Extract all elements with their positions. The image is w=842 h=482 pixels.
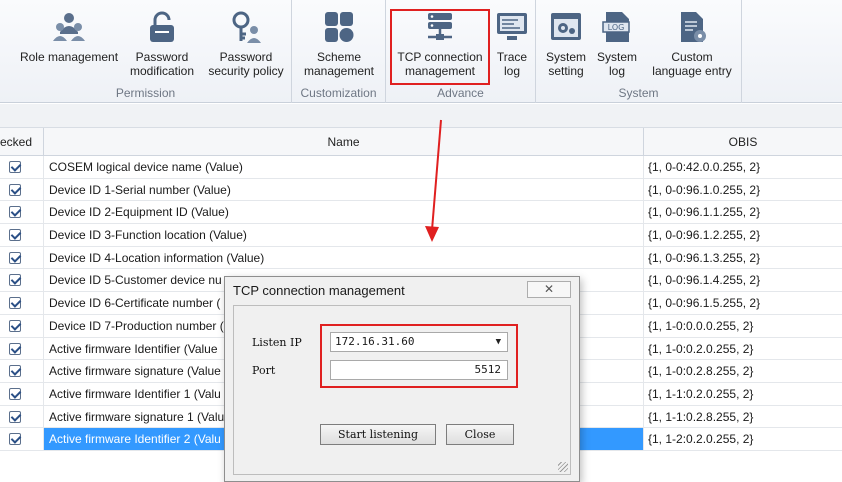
password-modification-button[interactable]: Password modification: [124, 8, 200, 84]
group-label-customization: Customization: [300, 86, 377, 100]
row-obis-cell[interactable]: {1, 1-0:0.2.8.255, 2}: [644, 360, 842, 382]
close-x-icon: ✕: [543, 282, 555, 296]
row-checkbox-cell: [0, 269, 44, 292]
ribbon-group-system: System setting LOG System log Custom lan…: [536, 0, 742, 103]
row-checkbox[interactable]: [9, 297, 21, 310]
row-checkbox-cell: [0, 428, 44, 450]
row-checkbox[interactable]: [9, 433, 21, 446]
key-user-icon: [232, 11, 261, 43]
row-obis-cell[interactable]: {1, 0-0:96.1.3.255, 2}: [644, 247, 842, 269]
row-name-cell[interactable]: COSEM logical device name (Value): [44, 156, 644, 178]
tcp-connection-dialog: TCP connection management ✕ Listen IP 17…: [224, 276, 580, 482]
document-gear-icon: [681, 12, 706, 42]
system-setting-button[interactable]: System setting: [540, 8, 592, 84]
row-name-cell[interactable]: Device ID 1-Serial number (Value): [44, 178, 644, 201]
row-checkbox[interactable]: [9, 410, 21, 423]
row-obis-cell[interactable]: {1, 0-0:42.0.0.255, 2}: [644, 156, 842, 178]
start-listening-button[interactable]: Start listening: [320, 424, 436, 445]
port-label: Port: [252, 364, 276, 377]
row-obis-cell[interactable]: {1, 0-0:96.1.0.255, 2}: [644, 179, 842, 201]
row-checkbox-cell: [0, 224, 44, 246]
ribbon-group-permission: Role management Password modification Pa…: [0, 0, 292, 103]
users-icon: [53, 13, 85, 41]
row-obis-cell[interactable]: {1, 1-1:0.2.8.255, 2}: [644, 406, 842, 428]
row-checkbox[interactable]: [9, 251, 21, 264]
dialog-title: TCP connection management: [233, 283, 405, 298]
scheme-management-label: Scheme management: [303, 50, 375, 78]
monitor-log-icon: [497, 13, 527, 40]
ribbon-toolbar: Role management Password modification Pa…: [0, 0, 842, 103]
row-checkbox[interactable]: [9, 274, 21, 287]
padlock-icon: [150, 11, 174, 42]
system-log-button[interactable]: LOG System log: [594, 8, 640, 84]
column-header-checked[interactable]: ecked: [0, 128, 44, 156]
group-label-advance: Advance: [437, 86, 484, 100]
password-security-policy-label: Password security policy: [208, 50, 284, 78]
row-checkbox-cell: [0, 360, 44, 382]
row-name-cell[interactable]: Device ID 2-Equipment ID (Value): [44, 201, 644, 224]
trace-log-button[interactable]: Trace log: [492, 8, 532, 84]
password-security-policy-button[interactable]: Password security policy: [202, 8, 290, 84]
row-checkbox-cell: [0, 314, 44, 337]
row-obis-cell[interactable]: {1, 0-0:96.1.2.255, 2}: [644, 224, 842, 246]
row-obis-cell[interactable]: {1, 0-0:96.1.5.255, 2}: [644, 292, 842, 314]
row-obis-cell[interactable]: {1, 1-0:0.0.0.255, 2}: [644, 315, 842, 337]
row-checkbox[interactable]: [9, 183, 21, 196]
tcp-button-highlight-box: [390, 9, 490, 85]
red-arrow-annotation: [425, 119, 442, 242]
dialog-close-button[interactable]: ✕: [527, 281, 571, 298]
fields-highlight-box: [320, 324, 518, 388]
row-checkbox[interactable]: [9, 319, 21, 332]
listen-ip-label: Listen IP: [252, 336, 302, 349]
group-label-permission: Permission: [115, 86, 176, 100]
row-obis-cell[interactable]: {1, 0-0:96.1.4.255, 2}: [644, 269, 842, 291]
trace-log-label: Trace log: [496, 50, 528, 78]
custom-language-entry-button[interactable]: Custom language entry: [644, 8, 740, 84]
log-file-icon: LOG: [602, 12, 630, 42]
row-obis-cell[interactable]: {1, 1-2:0.2.0.255, 2}: [644, 428, 842, 450]
role-management-button[interactable]: Role management: [14, 8, 124, 84]
row-name-cell[interactable]: Device ID 3-Function location (Value): [44, 224, 644, 246]
custom-language-entry-label: Custom language entry: [652, 50, 732, 78]
row-checkbox-cell: [0, 246, 44, 269]
group-label-system: System: [618, 86, 659, 100]
row-checkbox[interactable]: [9, 206, 21, 219]
row-name-cell[interactable]: Device ID 4-Location information (Value): [44, 246, 644, 269]
row-obis-cell[interactable]: {1, 1-1:0.2.0.255, 2}: [644, 383, 842, 405]
row-checkbox[interactable]: [9, 365, 21, 378]
row-obis-cell[interactable]: {1, 1-0:0.2.0.255, 2}: [644, 338, 842, 360]
row-obis-cell[interactable]: {1, 0-0:96.1.1.255, 2}: [644, 201, 842, 223]
row-checkbox-cell: [0, 382, 44, 405]
row-checkbox-cell: [0, 337, 44, 360]
row-checkbox[interactable]: [9, 161, 21, 173]
ribbon-group-customization: Scheme management Customization: [292, 0, 386, 103]
row-checkbox[interactable]: [9, 342, 21, 355]
scheme-grid-icon: [325, 12, 354, 42]
column-header-name[interactable]: Name: [44, 128, 644, 156]
settings-window-icon: [551, 13, 581, 40]
resize-grip[interactable]: [558, 462, 568, 472]
row-checkbox-cell: [0, 292, 44, 314]
system-log-label: System log: [596, 50, 637, 78]
close-button[interactable]: Close: [446, 424, 514, 445]
row-checkbox-cell: [0, 201, 44, 224]
row-checkbox-cell: [0, 405, 44, 428]
column-header-obis[interactable]: OBIS: [644, 128, 842, 156]
svg-text:LOG: LOG: [608, 23, 625, 32]
table-row[interactable]: Device ID 4-Location information (Value)…: [0, 246, 842, 270]
system-setting-label: System setting: [545, 50, 586, 78]
dialog-body: Listen IP 172.16.31.60 ▼ Port 5512 Start…: [233, 305, 571, 475]
scheme-management-button[interactable]: Scheme management: [298, 8, 380, 84]
row-checkbox[interactable]: [9, 229, 21, 242]
role-management-label: Role management: [19, 50, 119, 64]
row-checkbox[interactable]: [9, 387, 21, 400]
row-checkbox-cell: [0, 178, 44, 201]
password-modification-label: Password modification: [129, 50, 195, 78]
row-checkbox-cell: [0, 156, 44, 178]
